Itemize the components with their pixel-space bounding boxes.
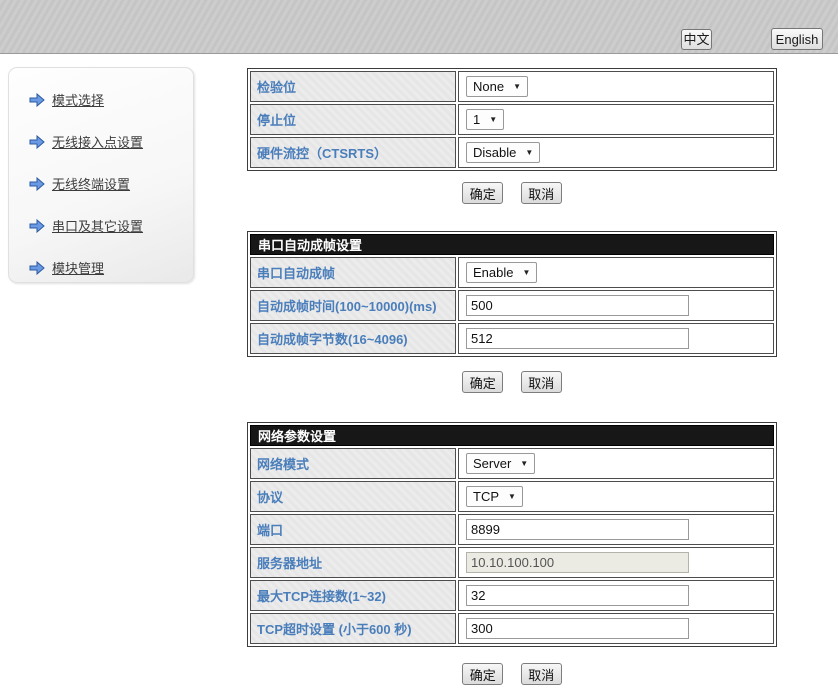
auto-frame-time-input[interactable] (466, 295, 689, 316)
parity-select[interactable]: None ▼ (466, 76, 528, 97)
table-row: 硬件流控（CTSRTS） Disable ▼ (250, 137, 774, 168)
table-row: 网络模式 Server ▼ (250, 448, 774, 479)
table-row: TCP超时设置 (小于600 秒) (250, 613, 774, 644)
network-settings-actions: 确定 取消 (247, 663, 777, 685)
chevron-down-icon: ▼ (489, 115, 497, 124)
table-header-row: 串口自动成帧设置 (250, 234, 774, 255)
tcp-timeout-label: TCP超时设置 (小于600 秒) (250, 613, 456, 644)
max-tcp-connections-input[interactable] (466, 585, 689, 606)
flow-control-label: 硬件流控（CTSRTS） (250, 137, 456, 168)
arrow-right-icon (29, 135, 45, 149)
parity-label: 检验位 (250, 71, 456, 102)
network-section-title: 网络参数设置 (250, 425, 774, 446)
chevron-down-icon: ▼ (508, 492, 516, 501)
sidebar-item-mode-select[interactable]: 模式选择 (29, 90, 193, 109)
table-row: 检验位 None ▼ (250, 71, 774, 102)
network-mode-label: 网络模式 (250, 448, 456, 479)
stop-bits-label: 停止位 (250, 104, 456, 135)
network-mode-select[interactable]: Server ▼ (466, 453, 535, 474)
confirm-button[interactable]: 确定 (462, 663, 503, 685)
sidebar-item-label: 无线接入点设置 (52, 132, 143, 151)
cancel-button[interactable]: 取消 (521, 663, 562, 685)
protocol-select[interactable]: TCP ▼ (466, 486, 523, 507)
auto-frame-enable-select[interactable]: Enable ▼ (466, 262, 537, 283)
auto-frame-actions: 确定 取消 (247, 371, 777, 393)
server-address-label: 服务器地址 (250, 547, 456, 578)
table-row: 最大TCP连接数(1~32) (250, 580, 774, 611)
arrow-right-icon (29, 261, 45, 275)
auto-frame-section-title: 串口自动成帧设置 (250, 234, 774, 255)
chevron-down-icon: ▼ (513, 82, 521, 91)
sidebar-nav: 模式选择 无线接入点设置 无线终端设置 串口及其它设置 模块管理 (8, 67, 194, 283)
main-content: 检验位 None ▼ 停止位 1 ▼ 硬件流控（CTSRTS） Disabl (247, 68, 777, 685)
auto-frame-enable-label: 串口自动成帧 (250, 257, 456, 288)
flow-control-select[interactable]: Disable ▼ (466, 142, 540, 163)
confirm-button[interactable]: 确定 (462, 182, 503, 204)
table-row: 端口 (250, 514, 774, 545)
table-row: 停止位 1 ▼ (250, 104, 774, 135)
top-bar: 中文 English (0, 0, 838, 54)
table-row: 自动成帧字节数(16~4096) (250, 323, 774, 354)
network-settings-table: 网络参数设置 网络模式 Server ▼ 协议 TCP ▼ 端口 (247, 422, 777, 647)
arrow-right-icon (29, 177, 45, 191)
sidebar-item-wireless-sta-settings[interactable]: 无线终端设置 (29, 174, 193, 193)
server-address-input (466, 552, 689, 573)
table-header-row: 网络参数设置 (250, 425, 774, 446)
auto-frame-time-label: 自动成帧时间(100~10000)(ms) (250, 290, 456, 321)
table-row: 协议 TCP ▼ (250, 481, 774, 512)
chevron-down-icon: ▼ (522, 268, 530, 277)
auto-frame-settings-table: 串口自动成帧设置 串口自动成帧 Enable ▼ 自动成帧时间(100~1000… (247, 231, 777, 357)
sidebar-item-wireless-ap-settings[interactable]: 无线接入点设置 (29, 132, 193, 151)
arrow-right-icon (29, 219, 45, 233)
sidebar-item-label: 模式选择 (52, 90, 104, 109)
sidebar-item-label: 串口及其它设置 (52, 216, 143, 235)
table-row: 自动成帧时间(100~10000)(ms) (250, 290, 774, 321)
tcp-timeout-input[interactable] (466, 618, 689, 639)
sidebar-item-serial-other-settings[interactable]: 串口及其它设置 (29, 216, 193, 235)
auto-frame-bytes-label: 自动成帧字节数(16~4096) (250, 323, 456, 354)
port-input[interactable] (466, 519, 689, 540)
sidebar-item-label: 无线终端设置 (52, 174, 130, 193)
language-english-button[interactable]: English (771, 28, 823, 50)
chevron-down-icon: ▼ (525, 148, 533, 157)
cancel-button[interactable]: 取消 (521, 371, 562, 393)
auto-frame-bytes-input[interactable] (466, 328, 689, 349)
cancel-button[interactable]: 取消 (521, 182, 562, 204)
protocol-label: 协议 (250, 481, 456, 512)
confirm-button[interactable]: 确定 (462, 371, 503, 393)
port-label: 端口 (250, 514, 456, 545)
table-row: 串口自动成帧 Enable ▼ (250, 257, 774, 288)
chevron-down-icon: ▼ (520, 459, 528, 468)
stop-bits-select[interactable]: 1 ▼ (466, 109, 504, 130)
table-row: 服务器地址 (250, 547, 774, 578)
max-tcp-connections-label: 最大TCP连接数(1~32) (250, 580, 456, 611)
arrow-right-icon (29, 93, 45, 107)
sidebar-item-label: 模块管理 (52, 258, 104, 277)
sidebar-item-module-management[interactable]: 模块管理 (29, 258, 193, 277)
language-chinese-button[interactable]: 中文 (681, 29, 712, 50)
serial-port-settings-table: 检验位 None ▼ 停止位 1 ▼ 硬件流控（CTSRTS） Disabl (247, 68, 777, 171)
serial-settings-actions: 确定 取消 (247, 182, 777, 204)
